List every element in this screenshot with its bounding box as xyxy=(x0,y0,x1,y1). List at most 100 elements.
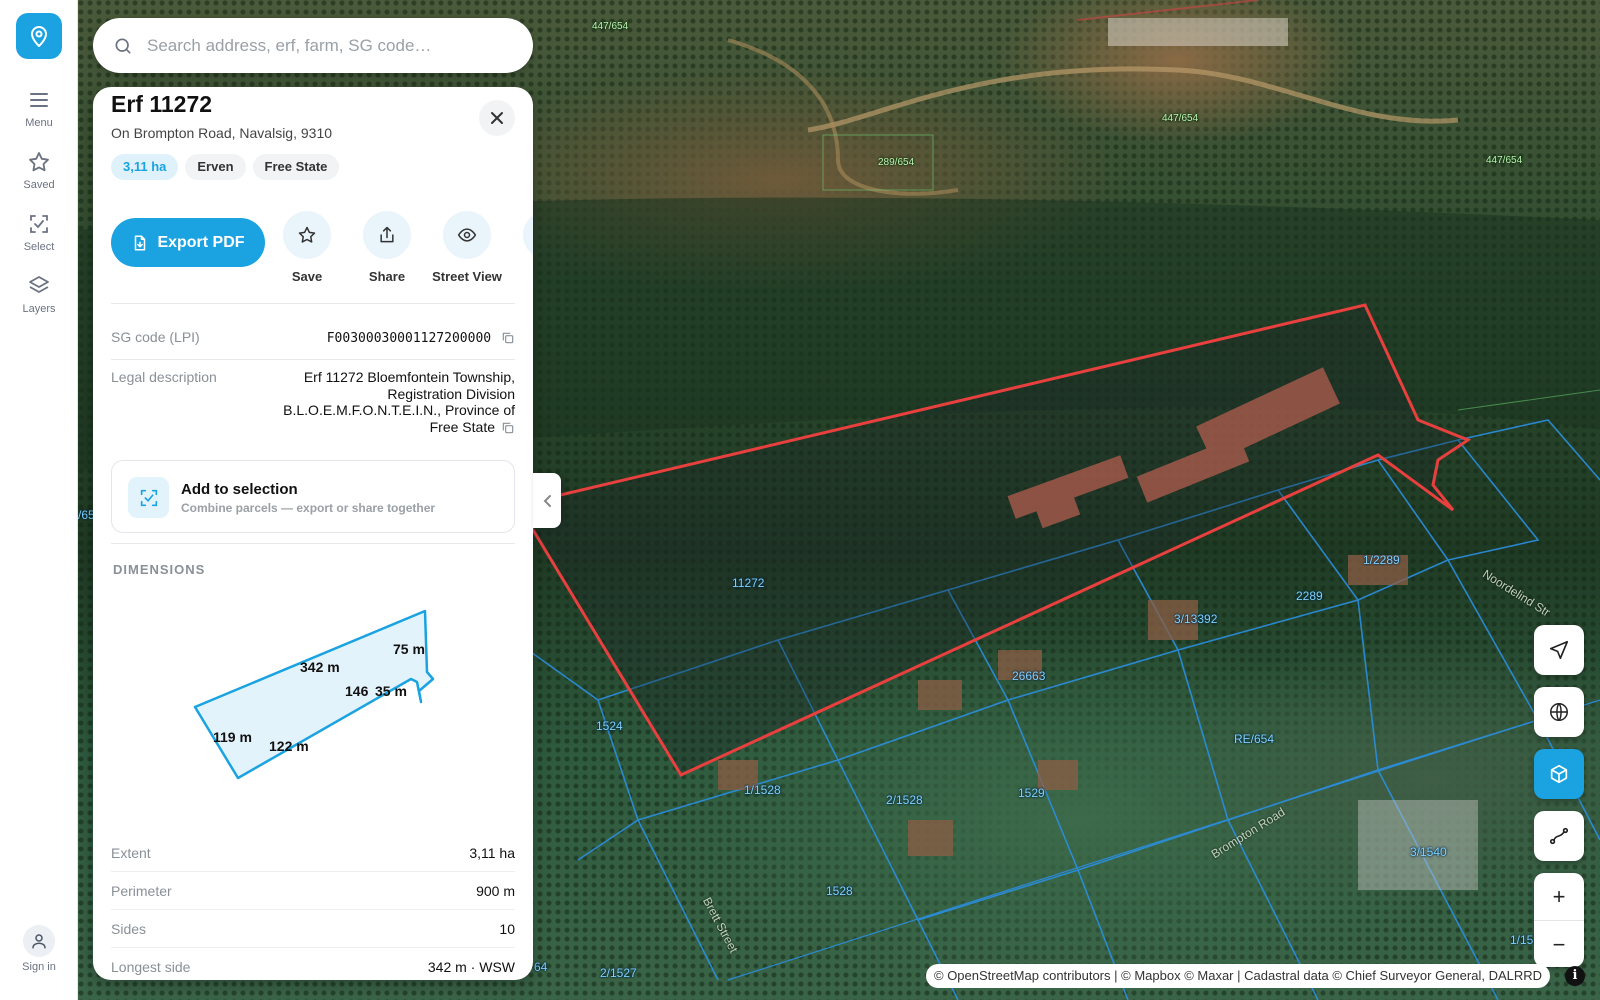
parcel-panel: Erf 11272 On Brompton Road, Navalsig, 93… xyxy=(93,87,533,980)
search-input[interactable] xyxy=(147,35,507,56)
parcel-label: 2/1527 xyxy=(600,966,637,980)
dimension-label: 342 m xyxy=(300,659,340,675)
rail-select-label: Select xyxy=(23,241,55,253)
dimension-label: 75 m xyxy=(393,641,425,657)
add-to-selection-card[interactable]: Add to selection Combine parcels — expor… xyxy=(111,460,515,533)
map-pin-icon xyxy=(31,26,47,47)
left-rail: Menu Saved Select Layers Sign in xyxy=(0,0,78,1000)
map-attribution: © OpenStreetMap contributors | © Mapbox … xyxy=(926,964,1551,988)
dimension-label: 146 xyxy=(345,683,369,699)
stat-label: Longest side xyxy=(111,959,191,975)
maxar-link[interactable]: © Maxar xyxy=(1184,968,1233,983)
globe-button[interactable] xyxy=(1534,687,1584,737)
parcel-label: 26663 xyxy=(1012,669,1046,683)
sg-code-label: SG code (LPI) xyxy=(111,329,200,345)
globe-icon xyxy=(1550,703,1568,721)
export-pdf-label: Export PDF xyxy=(157,233,245,251)
parcel-address: On Brompton Road, Navalsig, 9310 xyxy=(111,125,333,141)
select-icon xyxy=(30,215,48,233)
rail-layers-label: Layers xyxy=(22,303,56,315)
area-chip: 3,11 ha xyxy=(111,154,179,180)
mapbox-link[interactable]: © Mapbox xyxy=(1121,968,1180,983)
export-pdf-button[interactable]: Export PDF xyxy=(111,218,265,267)
directions-button[interactable]: Di xyxy=(507,211,533,283)
star-icon xyxy=(29,152,49,172)
dimension-label: 35 m xyxy=(375,683,407,699)
stat-row-perimeter: Perimeter 900 m xyxy=(111,873,515,910)
parcel-label: 1528 xyxy=(826,884,853,898)
avatar xyxy=(23,925,55,957)
divider xyxy=(111,543,515,544)
divider xyxy=(111,303,515,304)
parcel-label: 1/2289 xyxy=(1363,553,1400,567)
street-view-label: Street View xyxy=(432,269,502,283)
sign-in-label: Sign in xyxy=(22,961,56,973)
rail-menu[interactable]: Menu xyxy=(0,88,78,129)
osm-link[interactable]: © OpenStreetMap xyxy=(934,968,1039,983)
stat-value: 10 xyxy=(499,921,515,937)
parcel-label: 64 xyxy=(534,960,548,974)
copy-icon[interactable] xyxy=(501,421,515,435)
rail-layers[interactable]: Layers xyxy=(0,274,78,315)
stat-value: 3,11 ha xyxy=(469,845,515,861)
close-icon xyxy=(491,112,503,124)
save-label: Save xyxy=(291,269,323,283)
dimensions-heading: DIMENSIONS xyxy=(113,562,206,577)
legal-line: Registration Division xyxy=(387,385,515,402)
parcel-label: 447/654 xyxy=(1486,155,1523,166)
parcel-label: 3/13392 xyxy=(1174,612,1218,626)
zoom-control: + − xyxy=(1534,873,1584,967)
sg-code-value: F00300030001127200000 xyxy=(327,329,515,346)
stat-label: Extent xyxy=(111,845,151,861)
zoom-out-button[interactable]: − xyxy=(1534,921,1584,968)
sg-code-text: F00300030001127200000 xyxy=(326,331,492,346)
stat-row-longest-side: Longest side 342 m · WSW xyxy=(111,949,515,980)
rail-saved-label: Saved xyxy=(23,179,55,191)
share-label: Share xyxy=(368,269,406,283)
3d-cube-icon xyxy=(1550,764,1568,784)
csg-link[interactable]: © Chief Surveyor General, DALRRD xyxy=(1332,968,1542,983)
zoom-in-button[interactable]: + xyxy=(1534,873,1584,920)
info-button[interactable]: i xyxy=(1565,966,1585,986)
selection-subtitle: Combine parcels — export or share togeth… xyxy=(181,501,436,515)
stat-value: 900 m xyxy=(476,883,515,899)
measure-button[interactable] xyxy=(1534,811,1584,861)
search-icon xyxy=(115,38,131,54)
3d-view-button[interactable] xyxy=(1534,749,1584,799)
legal-description-label: Legal description xyxy=(111,369,217,385)
copy-icon[interactable] xyxy=(501,331,515,345)
dimension-label: 122 m xyxy=(269,738,309,754)
stat-row-sides: Sides 10 xyxy=(111,911,515,948)
parcel-label: 447/654 xyxy=(592,21,629,32)
rail-saved[interactable]: Saved xyxy=(0,150,78,191)
chip-row: 3,11 ha Erven Free State xyxy=(111,154,340,180)
save-button[interactable]: Save xyxy=(267,211,347,283)
logo-button[interactable] xyxy=(16,13,62,59)
street-view-button[interactable]: Street View xyxy=(427,211,507,283)
close-button[interactable] xyxy=(479,100,515,136)
province-chip: Free State xyxy=(252,154,340,180)
type-chip: Erven xyxy=(185,154,246,180)
sign-in-button[interactable]: Sign in xyxy=(0,925,78,973)
separator: | xyxy=(1110,968,1122,983)
locate-button[interactable] xyxy=(1534,625,1584,675)
stat-label: Perimeter xyxy=(111,883,172,899)
selection-title: Add to selection xyxy=(181,481,298,498)
legal-line: Free State xyxy=(429,418,495,435)
parcel-dimension-diagram: 342 m 75 m 146 35 m 119 m 122 m xyxy=(193,609,435,780)
selection-icon-box xyxy=(128,477,169,518)
parcel-label: 1524 xyxy=(596,719,623,733)
search-bar[interactable] xyxy=(93,18,533,73)
file-download-icon xyxy=(135,235,146,250)
share-icon xyxy=(380,226,394,243)
share-button[interactable]: Share xyxy=(347,211,427,283)
legal-line-last: Free State xyxy=(255,419,515,436)
rail-select[interactable]: Select xyxy=(0,212,78,253)
hamburger-icon xyxy=(30,93,48,107)
collapse-panel-button[interactable] xyxy=(533,473,561,528)
legal-line: Erf 11272 Bloemfontein Township, xyxy=(303,369,515,385)
parcel-label: 1529 xyxy=(1018,786,1045,800)
parcel-title: Erf 11272 xyxy=(111,91,213,117)
parcel-label: 289/654 xyxy=(878,157,915,168)
parcel-label: 2/1528 xyxy=(886,793,923,807)
